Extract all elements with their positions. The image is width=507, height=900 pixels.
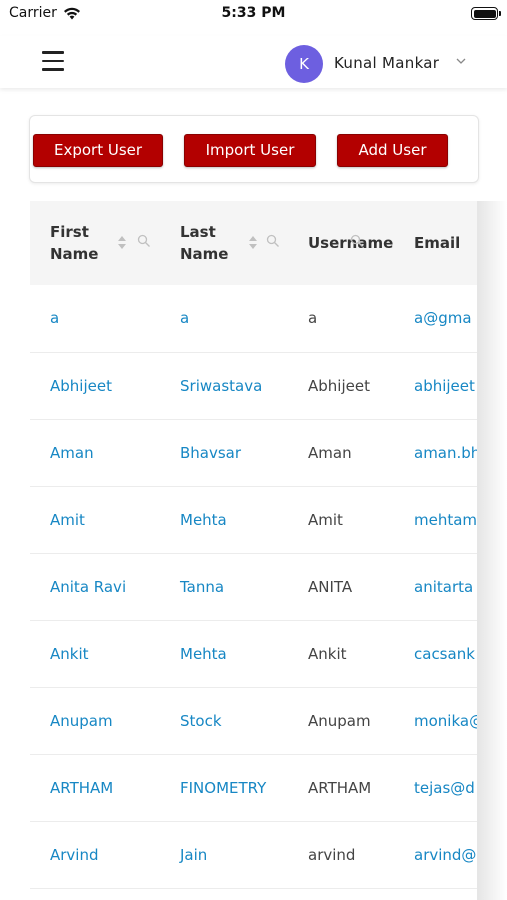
cell-last-name[interactable]: Sriwastava [160, 352, 289, 419]
cell-last-name[interactable]: Mehta [160, 620, 289, 687]
table-row[interactable]: Anupam Stock Anupam monika@ [30, 687, 477, 754]
column-label-email: Email [414, 234, 461, 252]
battery-icon [471, 7, 501, 20]
user-name[interactable]: Kunal Mankar [334, 54, 439, 72]
cell-last-name[interactable]: Tanna [160, 553, 289, 620]
table-row[interactable]: Abhijeet Sriwastava Abhijeet abhijeet [30, 352, 477, 419]
cell-email[interactable]: mehtam [394, 486, 477, 553]
cell-username: Amit [308, 510, 343, 529]
cell-email[interactable]: arvind@ [394, 821, 477, 888]
cell-username: Anupam [308, 711, 371, 730]
column-label-first-name: First Name [50, 223, 99, 263]
cell-username: Abhijeet [308, 376, 370, 395]
cell-last-name[interactable]: a [160, 285, 289, 352]
avatar[interactable]: K [285, 45, 323, 83]
table-row[interactable]: Ankit Mehta Ankit cacsank [30, 620, 477, 687]
cell-username: ARTHAM [308, 778, 372, 797]
cell-email[interactable]: tejas@d [394, 754, 477, 821]
cell-first-name[interactable]: Anita Ravi [30, 553, 160, 620]
cell-email[interactable]: a@gma [394, 285, 477, 352]
cell-first-name[interactable]: a [30, 285, 160, 352]
cell-last-name[interactable]: Stock [160, 687, 289, 754]
table-row[interactable]: Anita Ravi Tanna ANITA anitarta [30, 553, 477, 620]
table-row[interactable]: Aman Bhavsar Aman aman.bh [30, 419, 477, 486]
table-header-row: First Name Last Name Username Email [30, 201, 477, 285]
column-header-email[interactable]: Email [394, 201, 477, 285]
add-user-button[interactable]: Add User [337, 134, 448, 167]
table-row[interactable]: a a a a@gma [30, 285, 477, 352]
column-header-username[interactable]: Username [289, 201, 394, 285]
cell-last-name[interactable]: Bhavsar [160, 419, 289, 486]
search-icon[interactable] [137, 234, 151, 248]
cell-email[interactable]: cacsank [394, 620, 477, 687]
cell-first-name[interactable]: Anupam [30, 687, 160, 754]
search-icon[interactable] [350, 234, 364, 248]
status-bar: Carrier 5:33 PM [0, 0, 507, 30]
cell-last-name[interactable]: Jain [160, 821, 289, 888]
cell-username: Aman [308, 443, 352, 462]
export-user-button[interactable]: Export User [33, 134, 163, 167]
scroll-shadow [477, 201, 507, 900]
search-icon[interactable] [266, 234, 280, 248]
cell-first-name[interactable]: Arvind [30, 821, 160, 888]
cell-username: ANITA [308, 577, 353, 596]
action-card: Export User Import User Add User [29, 115, 479, 183]
cell-username: Ankit [308, 644, 347, 663]
table-row[interactable]: Arvind Jain arvind arvind@ [30, 821, 477, 888]
status-time: 5:33 PM [221, 5, 286, 21]
table-row[interactable]: Amit Mehta Amit mehtam [30, 486, 477, 553]
chevron-down-icon[interactable] [456, 54, 466, 68]
column-header-first-name[interactable]: First Name [30, 201, 160, 285]
cell-last-name[interactable]: FINOMETRY [160, 754, 289, 821]
column-header-last-name[interactable]: Last Name [160, 201, 289, 285]
cell-first-name[interactable]: ARTHAM [30, 754, 160, 821]
cell-first-name[interactable]: Amit [30, 486, 160, 553]
table-row[interactable]: ARTHAM FINOMETRY ARTHAM tejas@d [30, 754, 477, 821]
column-label-last-name: Last Name [180, 223, 229, 263]
cell-email[interactable]: anitarta [394, 553, 477, 620]
cell-first-name[interactable]: Abhijeet [30, 352, 160, 419]
cell-email[interactable]: monika@ [394, 687, 477, 754]
cell-email[interactable]: abhijeet [394, 352, 477, 419]
users-table[interactable]: First Name Last Name Username Email a a … [30, 201, 477, 900]
sort-icon[interactable] [118, 236, 128, 249]
cell-first-name[interactable]: Aman [30, 419, 160, 486]
import-user-button[interactable]: Import User [184, 134, 316, 167]
app-header: K Kunal Mankar [0, 36, 507, 88]
cell-email[interactable]: aman.bh [394, 419, 477, 486]
cell-last-name[interactable]: Mehta [160, 486, 289, 553]
menu-icon[interactable] [42, 51, 64, 71]
sort-icon[interactable] [249, 236, 259, 249]
cell-first-name[interactable]: Ankit [30, 620, 160, 687]
cell-username: a [308, 309, 318, 328]
cell-username: arvind [308, 845, 356, 864]
